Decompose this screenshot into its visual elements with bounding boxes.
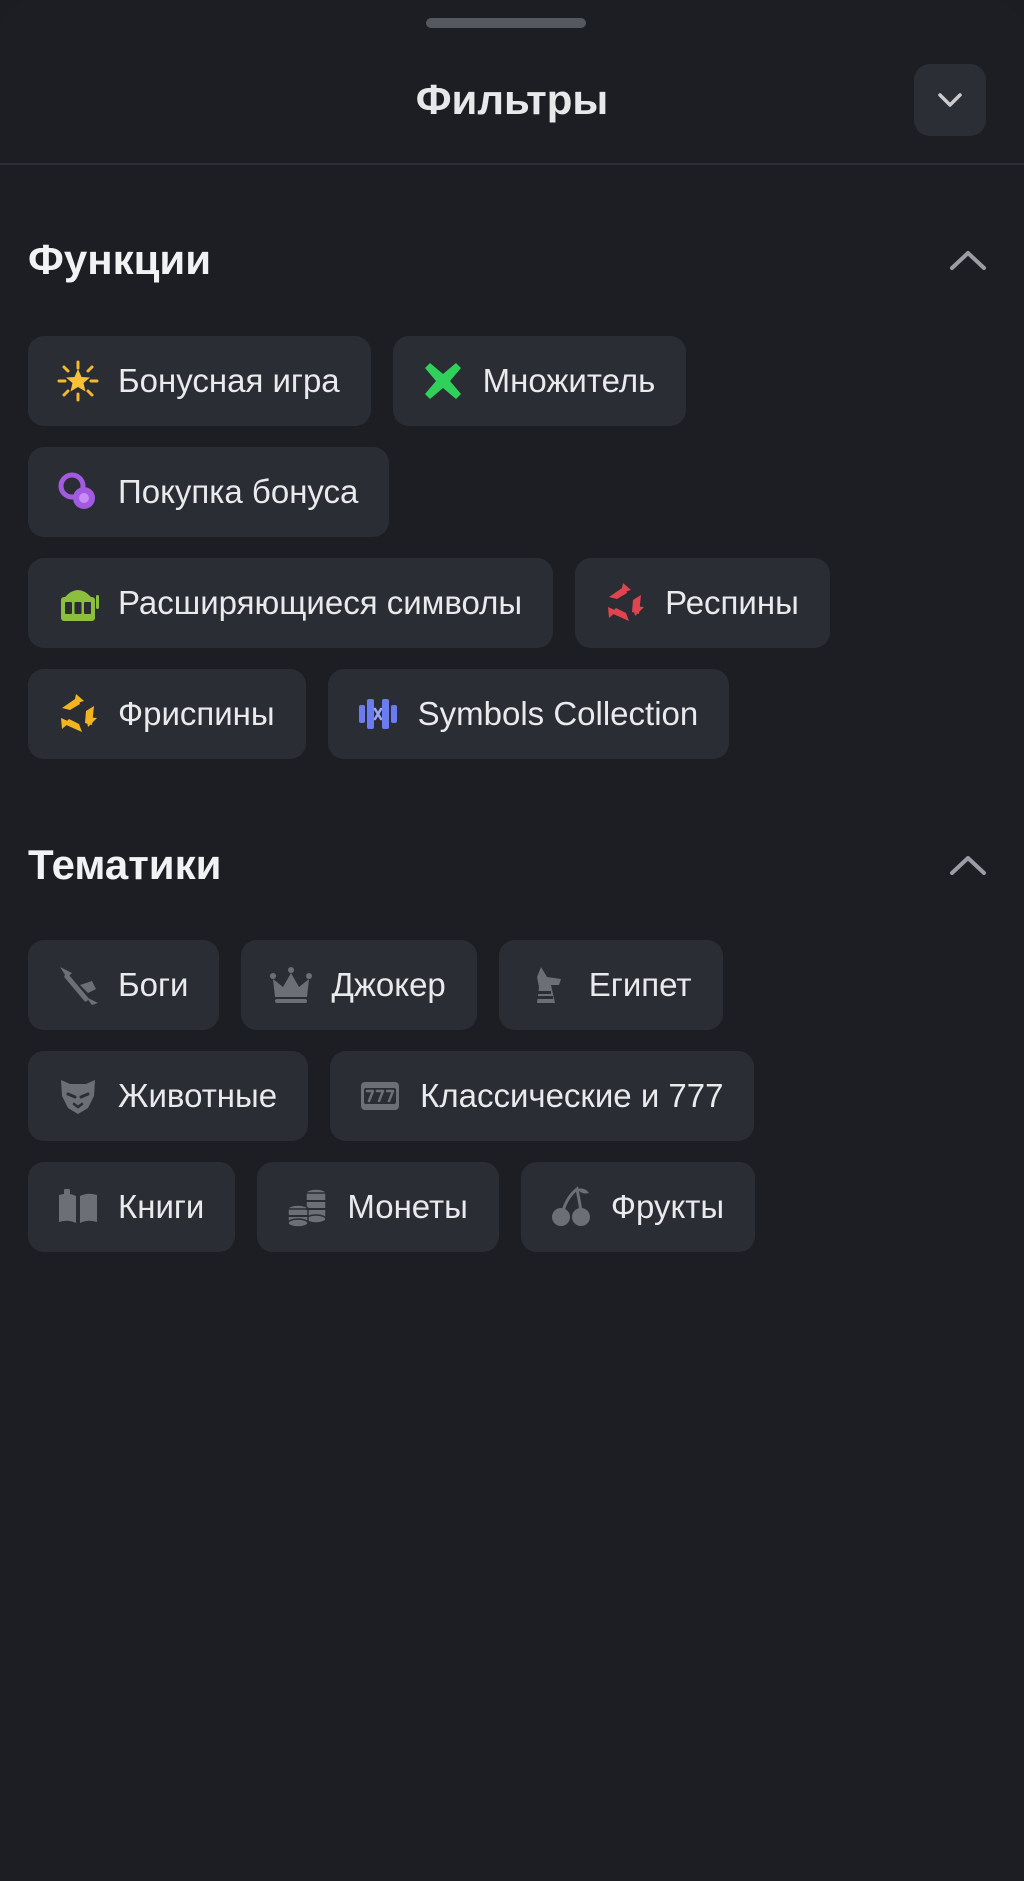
chip-symbols-collection[interactable]: Symbols Collection <box>327 669 730 759</box>
open-book-icon <box>59 1189 97 1223</box>
themes-collapse-toggle[interactable] <box>944 843 992 887</box>
chip-label: Классические и 777 <box>420 1077 724 1114</box>
chip-label: Покупка бонуса <box>118 473 359 510</box>
features-title: Функции <box>28 236 212 283</box>
freespin-arrows-icon <box>61 694 97 732</box>
chip-egypt[interactable]: Египет <box>498 940 723 1030</box>
seven-slot-icon <box>361 1082 400 1110</box>
chip-label: Египет <box>588 966 692 1003</box>
chip-fruits[interactable]: Фрукты <box>520 1162 756 1252</box>
themes-title: Тематики <box>28 841 222 888</box>
slot-machine-icon <box>61 590 99 621</box>
chip-bonus-game[interactable]: Бонусная игра <box>28 336 371 426</box>
chip-label: Боги <box>118 966 189 1003</box>
features-section-header: Функции <box>0 230 1024 290</box>
chip-label: Фрукты <box>610 1188 725 1225</box>
chip-expanding-symbols[interactable]: Расширяющиеся символы <box>28 558 554 648</box>
chip-respins[interactable]: Респины <box>575 558 830 648</box>
chip-label: Животные <box>118 1077 278 1114</box>
chip-label: Множитель <box>482 362 656 399</box>
trident-icon <box>60 967 98 1005</box>
chip-multiplier[interactable]: Множитель <box>392 336 687 426</box>
filters-sheet: Фильтры Функции Бонусная игра Множитель … <box>0 0 1024 1881</box>
cherries-icon <box>551 1186 590 1226</box>
chip-label: Респины <box>665 584 799 621</box>
chip-joker[interactable]: Джокер <box>241 940 477 1030</box>
linked-coins-icon <box>58 472 95 509</box>
jester-crown-icon <box>270 967 313 1003</box>
symbols-collection-icon <box>358 699 397 729</box>
chip-label: Бонусная игра <box>118 362 340 399</box>
chip-freespins[interactable]: Фриспины <box>28 669 306 759</box>
page-title: Фильтры <box>415 76 609 123</box>
multiplier-x-icon <box>424 363 461 399</box>
respin-arrows-icon <box>608 583 645 621</box>
chevron-up-icon <box>950 856 986 875</box>
collapse-sheet-button[interactable] <box>914 64 986 136</box>
coin-stack-icon <box>287 1188 328 1228</box>
starburst-icon <box>57 360 99 402</box>
drag-handle[interactable] <box>426 18 586 28</box>
chip-label: Книги <box>118 1188 205 1225</box>
chevron-down-icon <box>938 93 962 107</box>
chip-coins[interactable]: Монеты <box>257 1162 499 1252</box>
chevron-up-icon <box>950 251 986 270</box>
chip-label: Джокер <box>331 966 446 1003</box>
chip-books[interactable]: Книги <box>28 1162 236 1252</box>
sheet-header: Фильтры <box>0 0 1024 165</box>
chip-bonus-buy[interactable]: Покупка бонуса <box>28 447 390 537</box>
features-collapse-toggle[interactable] <box>944 238 992 282</box>
themes-chip-list: Боги Джокер Египет Животные Классические… <box>28 940 988 1273</box>
features-chip-list: Бонусная игра Множитель Покупка бонуса Р… <box>28 336 988 780</box>
chip-classic-777[interactable]: Классические и 777 <box>330 1051 755 1141</box>
chip-label: Расширяющиеся символы <box>118 584 523 621</box>
chip-animals[interactable]: Животные <box>28 1051 309 1141</box>
anubis-icon <box>536 967 561 1003</box>
chip-label: Symbols Collection <box>417 695 699 732</box>
chip-gods[interactable]: Боги <box>28 940 220 1030</box>
chip-label: Монеты <box>347 1188 468 1225</box>
themes-section-header: Тематики <box>0 835 1024 895</box>
chip-label: Фриспины <box>118 695 275 732</box>
panther-head-icon <box>61 1080 95 1114</box>
